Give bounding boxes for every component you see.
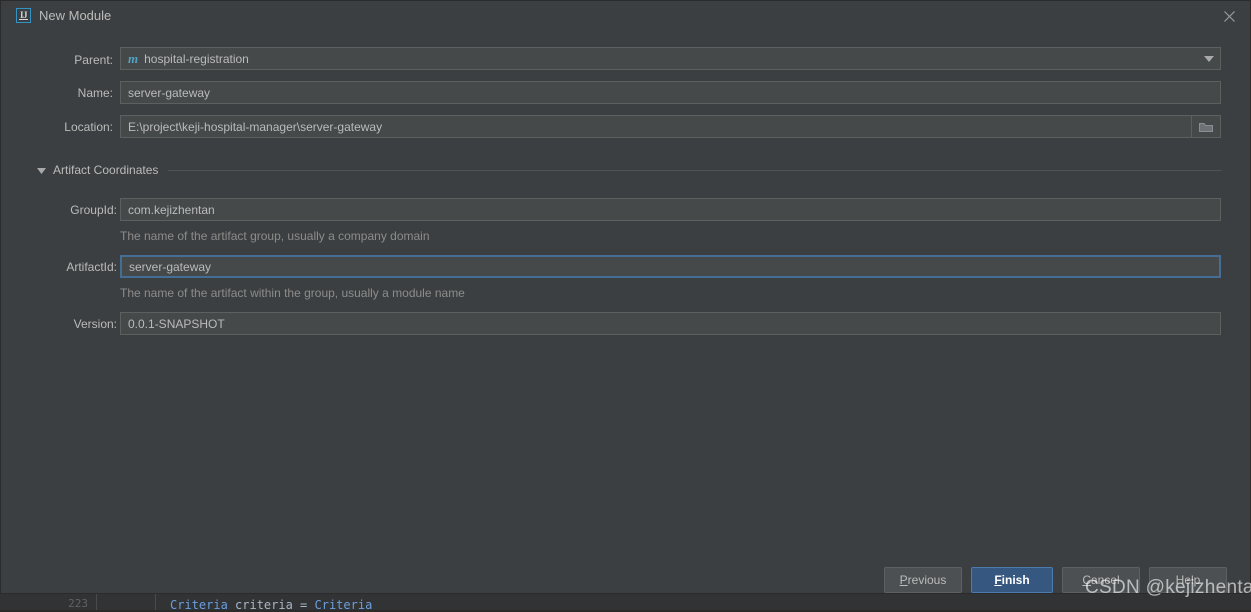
cancel-button[interactable]: Cancel: [1062, 567, 1140, 593]
location-input[interactable]: E:\project\keji-hospital-manager\server-…: [120, 115, 1221, 138]
artifactid-input[interactable]: server-gateway: [120, 255, 1221, 278]
parent-value: hospital-registration: [144, 51, 249, 66]
help-button-label: Help: [1175, 573, 1201, 587]
maven-module-icon: m: [128, 51, 139, 66]
previous-button[interactable]: Previous: [884, 567, 962, 593]
artifactid-hint: The name of the artifact within the grou…: [120, 286, 465, 300]
parent-label: Parent:: [74, 53, 113, 67]
artifact-coordinates-section-header[interactable]: Artifact Coordinates: [37, 162, 1222, 178]
groupid-label: GroupId:: [70, 203, 117, 217]
editor-divider: [96, 592, 97, 610]
cancel-button-label: ancel: [1090, 573, 1120, 587]
location-value: E:\project\keji-hospital-manager\server-…: [128, 119, 383, 134]
version-input[interactable]: 0.0.1-SNAPSHOT: [120, 312, 1221, 335]
parent-combobox[interactable]: m hospital-registration: [120, 47, 1221, 70]
previous-button-mnemonic: P: [899, 573, 908, 587]
dialog-title: New Module: [39, 8, 112, 23]
new-module-dialog: IJ New Module Parent: m hospital-registr…: [0, 0, 1251, 594]
name-input[interactable]: server-gateway: [120, 81, 1221, 104]
groupid-input[interactable]: com.kejizhentan: [120, 198, 1221, 221]
location-label: Location:: [64, 120, 113, 134]
previous-button-label: revious: [907, 573, 947, 587]
chevron-down-icon[interactable]: [1197, 48, 1220, 69]
finish-button-mnemonic: F: [994, 573, 1002, 587]
artifact-coordinates-title: Artifact Coordinates: [53, 163, 159, 177]
finish-button[interactable]: Finish: [971, 567, 1053, 593]
groupid-value: com.kejizhentan: [128, 202, 215, 217]
help-button[interactable]: Help: [1149, 567, 1227, 593]
groupid-hint: The name of the artifact group, usually …: [120, 229, 430, 243]
version-label: Version:: [73, 317, 117, 331]
name-label: Name:: [77, 86, 113, 100]
artifactid-value: server-gateway: [129, 259, 212, 274]
artifactid-label: ArtifactId:: [66, 260, 117, 274]
editor-line-number: 223: [68, 597, 88, 610]
folder-icon[interactable]: [1191, 116, 1220, 137]
triangle-down-icon[interactable]: [37, 166, 46, 175]
section-divider: [168, 169, 1222, 171]
dialog-title-bar: IJ New Module: [1, 1, 1250, 31]
editor-divider: [155, 592, 156, 610]
intellij-idea-icon: IJ: [16, 8, 31, 23]
close-icon[interactable]: [1206, 1, 1250, 31]
version-value: 0.0.1-SNAPSHOT: [128, 316, 225, 331]
cancel-button-mnemonic: C: [1082, 573, 1091, 587]
finish-button-label: inish: [1001, 573, 1030, 587]
name-value: server-gateway: [128, 85, 211, 100]
